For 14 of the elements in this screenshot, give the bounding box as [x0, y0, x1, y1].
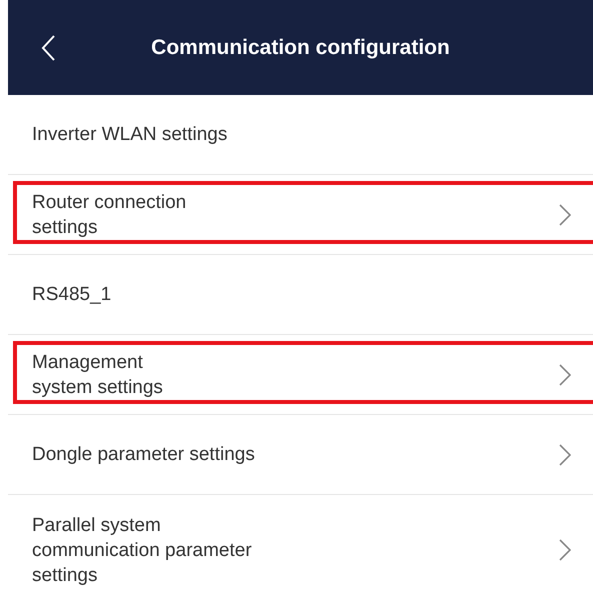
chevron-left-icon: [40, 34, 56, 62]
screen-title: Communication configuration: [150, 36, 451, 60]
settings-item[interactable]: Dongle parameter settings: [8, 415, 593, 495]
item-label: Management system settings: [32, 350, 163, 400]
settings-item[interactable]: Router connection settings: [8, 175, 593, 255]
item-label: RS485_1: [32, 283, 112, 307]
item-label: Inverter WLAN settings: [32, 123, 228, 147]
item-label: Router connection settings: [32, 190, 186, 240]
settings-item[interactable]: Management system settings: [8, 335, 593, 415]
settings-item[interactable]: Parallel system communication parameter settings: [8, 495, 593, 594]
settings-item[interactable]: Inverter WLAN settings: [8, 95, 593, 175]
item-label: Dongle parameter settings: [32, 443, 255, 467]
item-label: Parallel system communication parameter settings: [32, 514, 252, 588]
settings-item[interactable]: RS485_1: [8, 255, 593, 335]
